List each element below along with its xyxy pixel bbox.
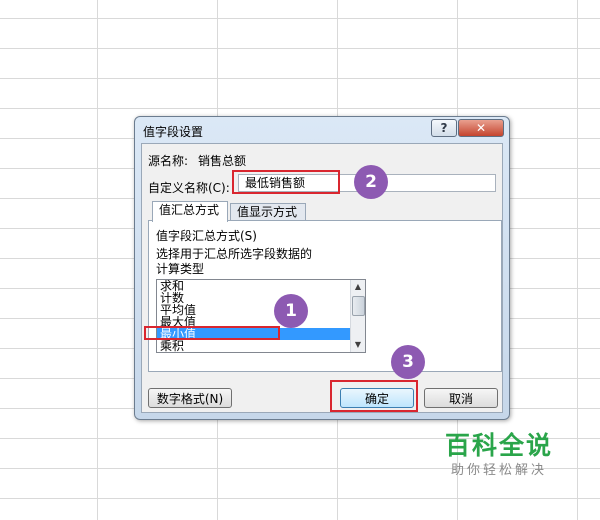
cancel-button[interactable]: 取消 <box>424 388 498 408</box>
highlight-box-custom-name <box>232 170 340 194</box>
help-icon: ? <box>440 121 448 135</box>
source-name-label: 源名称: <box>148 154 189 168</box>
instruction-line-2: 计算类型 <box>156 262 205 276</box>
tab-summarize-by[interactable]: 值汇总方式 <box>152 201 228 222</box>
instruction-text: 选择用于汇总所选字段数据的 计算类型 <box>156 247 312 277</box>
close-button[interactable]: ✕ <box>458 119 504 137</box>
help-button[interactable]: ? <box>431 119 457 137</box>
watermark-main-text: 百科全说 <box>444 431 553 460</box>
list-item-count[interactable]: 计数 <box>157 292 365 304</box>
list-item-sum[interactable]: 求和 <box>157 280 365 292</box>
watermark-logo: 百科全说 助你轻松解决 <box>424 430 574 494</box>
instruction-line-1: 选择用于汇总所选字段数据的 <box>156 247 313 261</box>
summarize-tab-panel: 值字段汇总方式(S) 选择用于汇总所选字段数据的 计算类型 求和 计数 平均值 … <box>148 220 502 372</box>
listbox-scrollbar[interactable]: ▲ ▼ <box>350 280 365 352</box>
step-badge-2: 2 <box>354 165 388 199</box>
calculation-type-listbox[interactable]: 求和 计数 平均值 最大值 最小值 乘积 ▲ ▼ <box>156 279 366 353</box>
watermark-sub-text: 助你轻松解决 <box>450 463 547 478</box>
source-name-value: 销售总额 <box>198 154 247 168</box>
dialog-title: 值字段设置 <box>143 125 204 139</box>
step-badge-1: 1 <box>274 294 308 328</box>
custom-name-label: 自定义名称(C): <box>148 181 230 195</box>
highlight-box-min-item <box>144 326 280 340</box>
scroll-up-arrow-icon[interactable]: ▲ <box>352 281 364 293</box>
close-icon: ✕ <box>475 121 487 135</box>
highlight-box-ok-button <box>330 380 418 412</box>
dialog-titlebar[interactable]: 值字段设置 ? ✕ <box>135 117 509 143</box>
tab-show-values-as[interactable]: 值显示方式 <box>230 203 306 221</box>
list-item-average[interactable]: 平均值 <box>157 304 365 316</box>
scrollbar-thumb[interactable] <box>352 296 365 316</box>
list-item-product[interactable]: 乘积 <box>157 340 365 352</box>
number-format-button[interactable]: 数字格式(N) <box>148 388 232 408</box>
source-name-row: 源名称: 销售总额 <box>148 152 246 169</box>
step-badge-3: 3 <box>391 345 425 379</box>
summarize-section-label: 值字段汇总方式(S) <box>156 229 257 243</box>
scroll-down-arrow-icon[interactable]: ▼ <box>352 339 364 351</box>
value-field-settings-dialog: 值字段设置 ? ✕ 源名称: 销售总额 自定义名称(C): 最低销售额 值汇总方式… <box>134 116 510 420</box>
